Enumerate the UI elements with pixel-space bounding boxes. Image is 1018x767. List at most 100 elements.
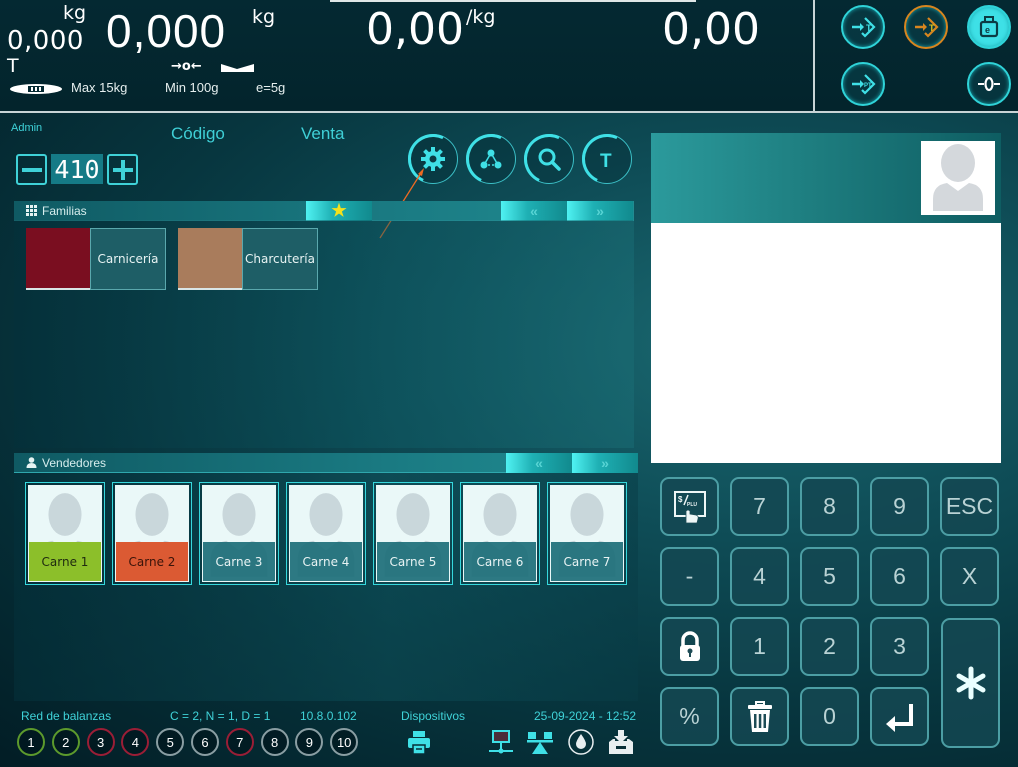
user-icon	[26, 457, 37, 468]
vendor-card[interactable]: Carne 3	[199, 482, 279, 585]
scale-node[interactable]: 7	[225, 728, 254, 756]
divider	[330, 0, 696, 2]
decrement-button[interactable]	[16, 154, 47, 185]
text-button[interactable]: T	[582, 134, 632, 184]
chevron-left-icon: «	[535, 455, 543, 471]
total-price-value: 0,00	[662, 4, 760, 55]
current-user: Admin	[11, 122, 43, 134]
vendor-name: Carne 3	[203, 542, 275, 581]
weight-icon: e	[979, 16, 999, 38]
tare-button[interactable]: T	[841, 5, 885, 49]
scale-node[interactable]: 4	[121, 728, 150, 756]
vendor-name: Carne 6	[464, 542, 536, 581]
mode-sale-tab[interactable]: Venta	[301, 124, 345, 144]
minus-icon	[21, 167, 42, 172]
vendor-card-body: Carne 5	[376, 485, 450, 582]
search-button[interactable]	[524, 134, 574, 184]
svg-text:T: T	[600, 151, 612, 172]
enter-key[interactable]	[870, 687, 929, 746]
preset-tare-button[interactable]: T	[904, 5, 948, 49]
fixed-tare-icon: PT	[852, 74, 876, 95]
asterisk-icon	[956, 666, 985, 700]
zero-indicator: →o←	[171, 59, 202, 74]
network-counts: C = 2, N = 1, D = 1	[170, 709, 271, 723]
multiply-key[interactable]: X	[940, 547, 999, 606]
vendors-title: Vendedores	[42, 456, 107, 470]
vendors-header: Vendedores « »	[14, 453, 638, 473]
vendor-name: Carne 1	[29, 542, 101, 581]
download-tray-icon[interactable]	[607, 728, 635, 756]
key-9[interactable]: 9	[870, 477, 929, 536]
favorites-tab[interactable]: ★	[306, 201, 372, 221]
plus-icon	[112, 159, 133, 180]
tare-arrow-icon: T	[852, 17, 876, 38]
scale-node[interactable]: 1	[17, 728, 45, 756]
chevron-left-icon: «	[530, 203, 538, 219]
stable-indicator-icon	[221, 64, 254, 72]
vendor-card-body: Carne 7	[550, 485, 624, 582]
vendor-card-body: Carne 2	[115, 485, 189, 582]
scale-node[interactable]: 3	[86, 728, 115, 756]
plu-key[interactable]: $ PLU	[660, 477, 719, 536]
fixed-tare-button[interactable]: PT	[841, 62, 885, 106]
balance-scale-icon[interactable]	[526, 728, 554, 756]
network-monitor-icon[interactable]	[487, 728, 515, 756]
vendor-card[interactable]: Carne 6	[460, 482, 540, 585]
key-0[interactable]: 0	[800, 687, 859, 746]
scale-node[interactable]: 8	[260, 728, 289, 756]
network-button[interactable]	[466, 134, 516, 184]
weight-calibration-button[interactable]: e	[967, 5, 1011, 49]
quantity-value[interactable]: 410	[51, 154, 103, 184]
increment-button[interactable]	[107, 154, 138, 185]
key-3[interactable]: 3	[870, 617, 929, 676]
svg-text:e: e	[985, 25, 990, 35]
key-5[interactable]: 5	[800, 547, 859, 606]
vendor-card[interactable]: Carne 2	[112, 482, 192, 585]
key-1[interactable]: 1	[730, 617, 789, 676]
scale-node[interactable]: 9	[295, 728, 324, 756]
trash-icon	[747, 700, 772, 732]
asterisk-key[interactable]	[941, 618, 1000, 748]
vendors-next-button[interactable]: »	[572, 453, 638, 473]
escape-key[interactable]: ESC	[940, 477, 999, 536]
key-2[interactable]: 2	[800, 617, 859, 676]
minus-key[interactable]: -	[660, 547, 719, 606]
families-next-button[interactable]: »	[567, 201, 633, 221]
key-4[interactable]: 4	[730, 547, 789, 606]
scale-division: e=5g	[256, 80, 286, 95]
lock-key[interactable]	[660, 617, 719, 676]
key-8[interactable]: 8	[800, 477, 859, 536]
max-capacity: Max 15kg	[71, 80, 128, 95]
family-tile[interactable]: Charcutería	[178, 228, 318, 290]
percent-key[interactable]: %	[660, 687, 719, 746]
settings-button[interactable]	[408, 134, 458, 184]
vendors-prev-button[interactable]: «	[506, 453, 572, 473]
svg-text:PT: PT	[864, 83, 872, 89]
family-color	[178, 228, 242, 290]
families-prev-button[interactable]: «	[501, 201, 567, 221]
scale-node[interactable]: 10	[330, 728, 359, 756]
mode-code-tab[interactable]: Código	[171, 124, 225, 144]
zero-button[interactable]	[967, 62, 1011, 106]
vendor-card[interactable]: Carne 1	[25, 482, 105, 585]
weight-unit: kg	[252, 6, 276, 28]
scale-node[interactable]: 2	[51, 728, 80, 756]
ink-drop-icon[interactable]	[567, 728, 595, 756]
family-tile[interactable]: Carnicería	[26, 228, 166, 290]
vendor-card[interactable]: Carne 7	[547, 482, 627, 585]
scale-node[interactable]: 6	[191, 728, 219, 756]
scale-node[interactable]: 5	[156, 728, 185, 756]
vendor-card-body: Carne 3	[202, 485, 276, 582]
printer-icon[interactable]	[405, 728, 433, 756]
network-icon	[480, 149, 502, 169]
scale-display-bar: kg 0,000 T 0,000 kg 0,00 /kg 0,00 →o← Ma…	[0, 0, 1018, 113]
star-icon: ★	[331, 201, 347, 220]
vendor-card[interactable]: Carne 5	[373, 482, 453, 585]
key-7[interactable]: 7	[730, 477, 789, 536]
key-6[interactable]: 6	[870, 547, 929, 606]
vendor-card[interactable]: Carne 4	[286, 482, 366, 585]
text-icon: T	[600, 151, 612, 172]
delete-key[interactable]	[730, 687, 789, 746]
families-title: Familias	[42, 204, 87, 218]
tare-label: T	[7, 55, 19, 77]
